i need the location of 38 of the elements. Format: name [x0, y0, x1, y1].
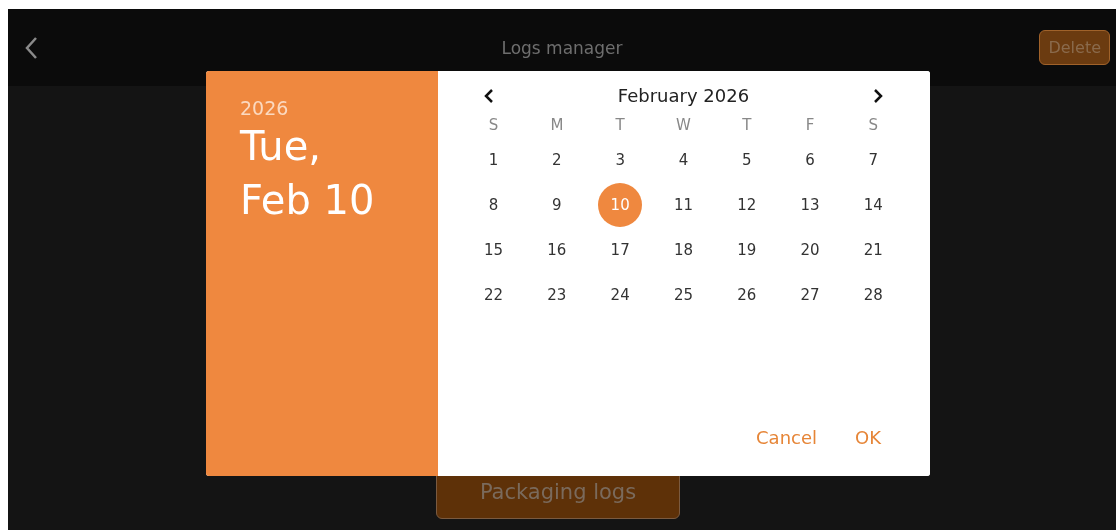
calendar-day[interactable]: 22	[471, 273, 516, 317]
calendar-day[interactable]: 25	[661, 273, 706, 317]
weekday-label: T	[615, 116, 625, 136]
calendar-day[interactable]: 18	[661, 228, 706, 272]
calendar-day[interactable]: 23	[534, 273, 579, 317]
calendar-day[interactable]: 6	[788, 138, 833, 182]
weekday-label: W	[676, 116, 691, 136]
weekday-label: S	[488, 116, 499, 136]
calendar-day[interactable]: 20	[788, 228, 833, 272]
weekday-label: T	[742, 116, 752, 136]
calendar-day[interactable]: 1	[471, 138, 516, 182]
calendar-day[interactable]: 19	[724, 228, 769, 272]
calendar-day[interactable]: 4	[661, 138, 706, 182]
calendar-day[interactable]: 12	[724, 183, 769, 227]
calendar-day[interactable]: 27	[788, 273, 833, 317]
selected-date: Feb 10	[240, 176, 375, 225]
calendar-day[interactable]: 16	[534, 228, 579, 272]
calendar-day[interactable]: 24	[598, 273, 643, 317]
calendar-day[interactable]: 13	[788, 183, 833, 227]
calendar-day[interactable]: 14	[851, 183, 896, 227]
weekday-label: M	[550, 116, 564, 136]
month-title: February 2026	[617, 85, 750, 106]
selected-date: Tue,	[240, 122, 322, 171]
calendar-day[interactable]: 5	[724, 138, 769, 182]
weekday-label: S	[868, 116, 879, 136]
calendar-day[interactable]: 26	[724, 273, 769, 317]
calendar-day[interactable]: 15	[471, 228, 516, 272]
calendar-day[interactable]: 9	[534, 183, 579, 227]
calendar-day[interactable]: 17	[598, 228, 643, 272]
weekday-label: F	[805, 116, 815, 136]
calendar-day[interactable]: 2	[534, 138, 579, 182]
calendar-day[interactable]: 21	[851, 228, 896, 272]
calendar-day[interactable]: 28	[851, 273, 896, 317]
calendar-day[interactable]: 11	[661, 183, 706, 227]
calendar-day[interactable]: 7	[851, 138, 896, 182]
page-title: Logs manager	[501, 37, 623, 58]
calendar-day[interactable]: 8	[471, 183, 516, 227]
calendar-day[interactable]: 3	[598, 138, 643, 182]
